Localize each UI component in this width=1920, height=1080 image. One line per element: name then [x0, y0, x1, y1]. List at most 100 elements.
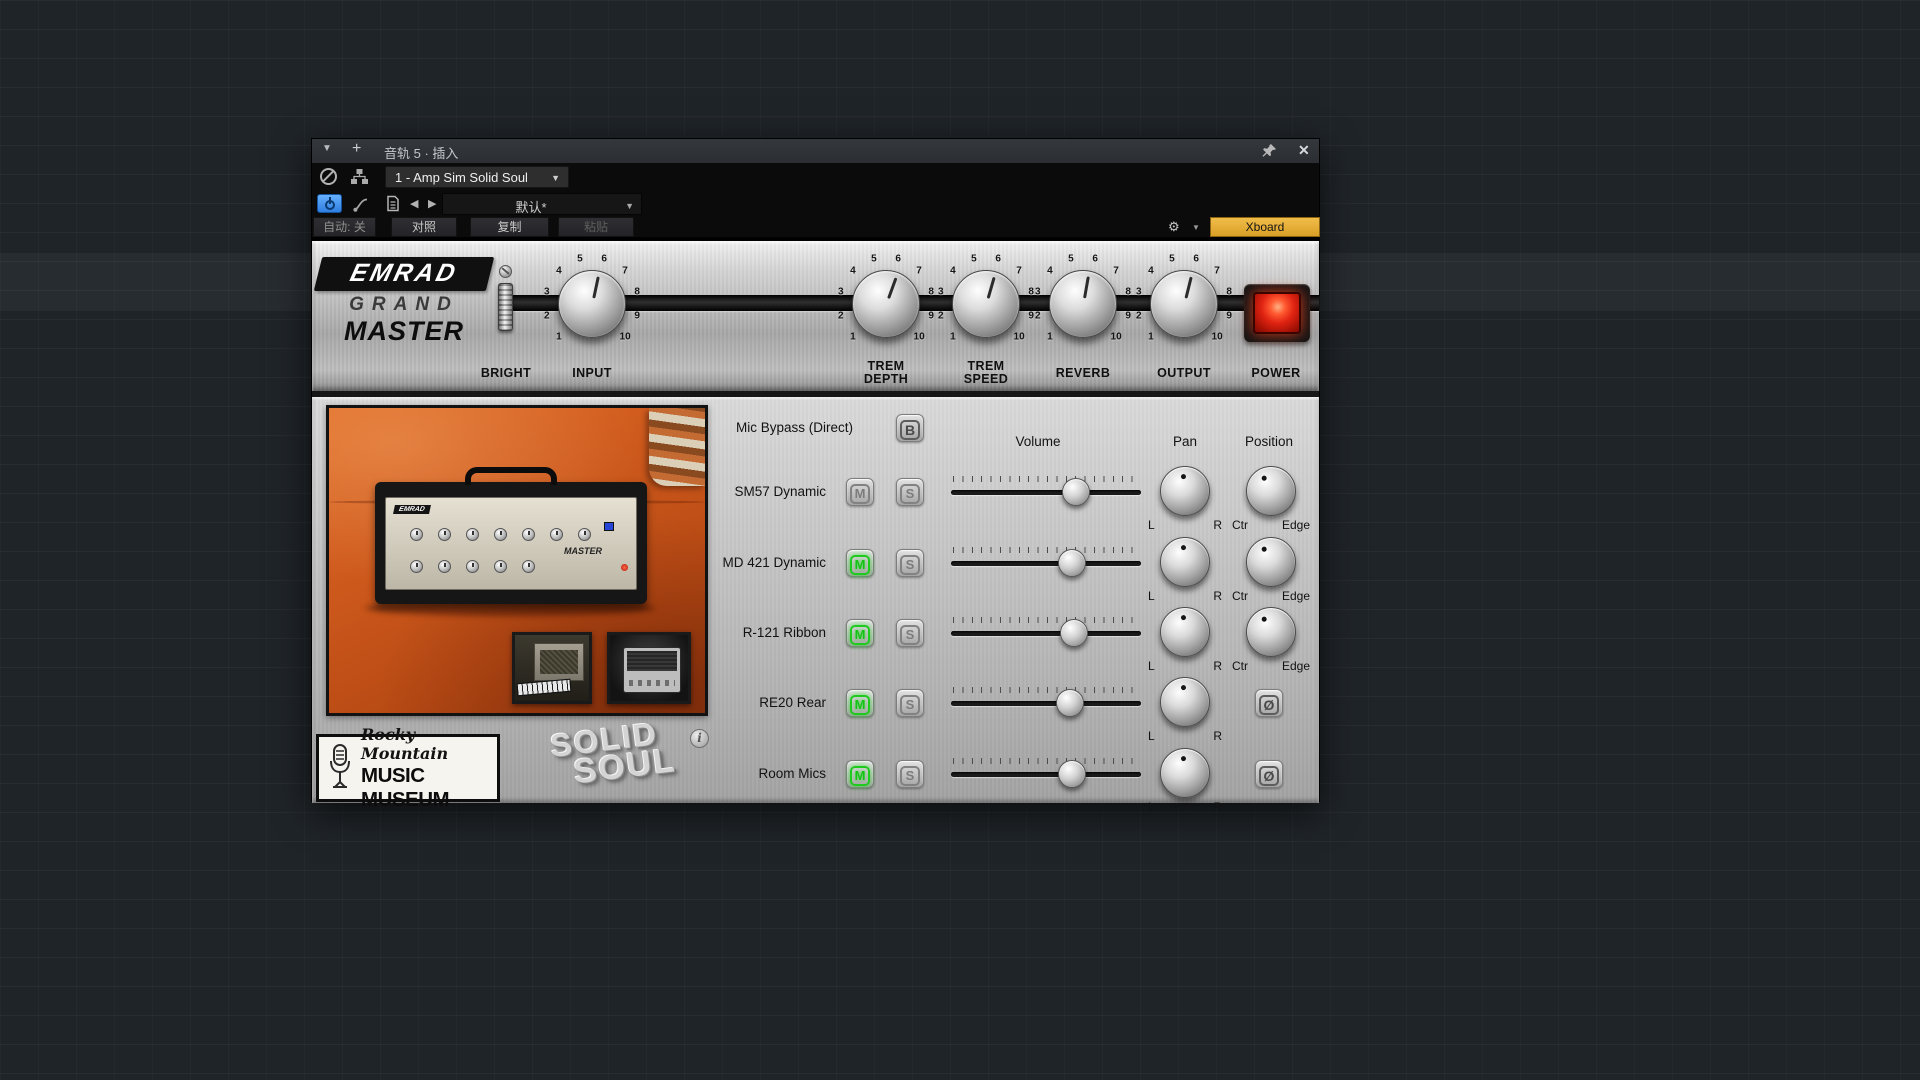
pan-knob[interactable]	[1160, 607, 1210, 657]
trem-depth-knob[interactable]: 1 2 3 4 5 6 7 8 9 10	[834, 252, 938, 356]
mic-bypass-label: Mic Bypass (Direct)	[735, 420, 853, 435]
museum-script-text: Rocky Mountain	[361, 724, 449, 763]
plugin-select-value: 1 - Amp Sim Solid Soul	[395, 170, 528, 185]
pan-knob[interactable]	[1160, 537, 1210, 587]
preset-dropdown[interactable]: 默认* ▼	[442, 193, 642, 215]
phase-button[interactable]: Ø	[1255, 760, 1283, 788]
pan-knob-block: L R	[1145, 677, 1225, 743]
action-row: 自动: 关 对照 复制 粘贴 ⚙ ▼ Xboard	[312, 217, 1320, 237]
photo-brand-master: MASTER	[564, 546, 602, 556]
add-insert-button[interactable]: +	[352, 140, 361, 158]
solid-soul-logo: SOLID SOUL	[548, 715, 679, 792]
pan-knob-block: L R	[1145, 748, 1225, 814]
volume-slider-handle[interactable]	[1059, 619, 1088, 647]
solo-button[interactable]: S	[896, 689, 924, 717]
mute-button[interactable]: M	[846, 549, 874, 577]
compare-button[interactable]: 对照	[391, 217, 457, 237]
position-knob[interactable]	[1246, 607, 1296, 657]
gear-icon[interactable]: ⚙	[1168, 219, 1180, 235]
plugin-select-dropdown[interactable]: 1 - Amp Sim Solid Soul ▼	[385, 166, 569, 188]
channel-name: Room Mics	[758, 766, 826, 781]
mic-mixer-panel: EMRAD MASTER Rocky Mountain MUSIC MUSEUM…	[312, 397, 1319, 814]
volume-header: Volume	[1015, 434, 1061, 449]
solo-button[interactable]: S	[896, 549, 924, 577]
pan-knob-block: L R	[1145, 537, 1225, 603]
preset-toolbar-row: ◀ ▶ 默认* ▼	[312, 191, 1319, 217]
photo-amp-handle	[465, 467, 557, 485]
chevron-down-icon[interactable]: ▼	[1192, 223, 1200, 232]
plugin-bypass-icon[interactable]	[320, 168, 337, 185]
position-knob-block: Ctr Edge	[1229, 466, 1313, 532]
brand-master: MASTER	[344, 316, 464, 346]
mute-button[interactable]: M	[846, 619, 874, 647]
channel-name: MD 421 Dynamic	[722, 555, 826, 570]
plugin-window: ▼ + 音轨 5 · 插入 ✕ 1 - Amp Sim Solid Soul ▼…	[311, 138, 1320, 814]
position-knob[interactable]	[1246, 466, 1296, 516]
volume-slider[interactable]	[951, 686, 1141, 720]
volume-slider-handle[interactable]	[1057, 549, 1086, 577]
museum-logo: Rocky Mountain MUSIC MUSEUM	[316, 725, 500, 811]
trem-speed-knob[interactable]: 1 2 3 4 5 6 7 8 9 10	[934, 252, 1038, 356]
position-knob[interactable]	[1246, 537, 1296, 587]
window-menu-caret-icon[interactable]: ▼	[322, 143, 332, 154]
mute-button[interactable]: M	[846, 760, 874, 788]
volume-slider[interactable]	[951, 546, 1141, 580]
bright-label: BRIGHT	[480, 366, 532, 380]
input-knob[interactable]: 1 2 3 4 5 6 7 8 9 10	[540, 252, 644, 356]
solo-button[interactable]: S	[896, 478, 924, 506]
phase-button[interactable]: Ø	[1255, 689, 1283, 717]
pin-icon[interactable]	[1262, 143, 1278, 159]
position-knob-block: Ctr Edge	[1229, 537, 1313, 603]
volume-slider-handle[interactable]	[1057, 760, 1086, 788]
chevron-down-icon: ▼	[625, 201, 634, 211]
window-title: 音轨 5 · 插入	[384, 146, 459, 161]
routing-icon[interactable]	[350, 168, 369, 190]
plugin-power-toggle[interactable]	[317, 194, 342, 213]
position-header: Position	[1244, 434, 1294, 449]
channel-name: R-121 Ribbon	[742, 625, 826, 640]
automation-button[interactable]: 自动: 关	[313, 217, 376, 237]
pan-knob[interactable]	[1160, 466, 1210, 516]
reverb-knob[interactable]: 1 2 3 4 5 6 7 8 9 10	[1031, 252, 1135, 356]
power-label: POWER	[1251, 366, 1301, 380]
volume-slider[interactable]	[951, 616, 1141, 650]
xboard-button[interactable]: Xboard	[1210, 217, 1320, 237]
microphone-icon	[330, 744, 350, 788]
power-switch[interactable]	[1253, 292, 1301, 334]
output-knob[interactable]: 1 2 3 4 5 6 7 8 9 10	[1132, 252, 1236, 356]
mic-bypass-button[interactable]: B	[896, 414, 924, 442]
info-icon[interactable]: i	[690, 729, 709, 748]
daw-background: ▼ + 音轨 5 · 插入 ✕ 1 - Amp Sim Solid Soul ▼…	[0, 0, 1920, 1080]
paste-button[interactable]: 粘贴	[558, 217, 634, 237]
photo-amp-head: EMRAD MASTER	[375, 467, 647, 604]
plugin-selector-row: 1 - Amp Sim Solid Soul ▼	[312, 163, 1319, 191]
volume-slider-handle[interactable]	[1061, 478, 1090, 506]
next-preset-button[interactable]: ▶	[428, 197, 436, 210]
pan-knob[interactable]	[1160, 748, 1210, 798]
volume-slider[interactable]	[951, 757, 1141, 791]
preset-file-icon[interactable]	[386, 195, 400, 217]
volume-slider-handle[interactable]	[1056, 689, 1084, 717]
cabinet-thumbnail-1[interactable]	[512, 632, 592, 704]
close-icon[interactable]: ✕	[1298, 142, 1310, 159]
previous-preset-button[interactable]: ◀	[410, 197, 418, 210]
solo-button[interactable]: S	[896, 760, 924, 788]
mute-button[interactable]: M	[846, 478, 874, 506]
cabinet-thumbnail-2[interactable]	[607, 632, 691, 704]
chevron-down-icon: ▼	[551, 173, 560, 183]
pan-header: Pan	[1172, 434, 1198, 449]
solo-button[interactable]: S	[896, 619, 924, 647]
museum-caps-text: MUSIC MUSEUM	[361, 763, 450, 811]
amp-faceplate: EMRAD GRAND MASTER 1 2 3 4 5 6 7 8 9 10 123456789…	[312, 241, 1319, 391]
reverb-label: REVERB	[1055, 366, 1111, 380]
input-label: INPUT	[572, 366, 612, 380]
envelope-icon[interactable]	[352, 196, 369, 218]
trem-speed-label: TREM SPEED	[963, 359, 1009, 386]
mute-button[interactable]: M	[846, 689, 874, 717]
pan-knob[interactable]	[1160, 677, 1210, 727]
copy-button[interactable]: 复制	[470, 217, 549, 237]
volume-slider[interactable]	[951, 475, 1141, 509]
channel-name: SM57 Dynamic	[734, 484, 826, 499]
pan-knob-block: L R	[1145, 607, 1225, 673]
bright-switch[interactable]	[498, 283, 513, 331]
